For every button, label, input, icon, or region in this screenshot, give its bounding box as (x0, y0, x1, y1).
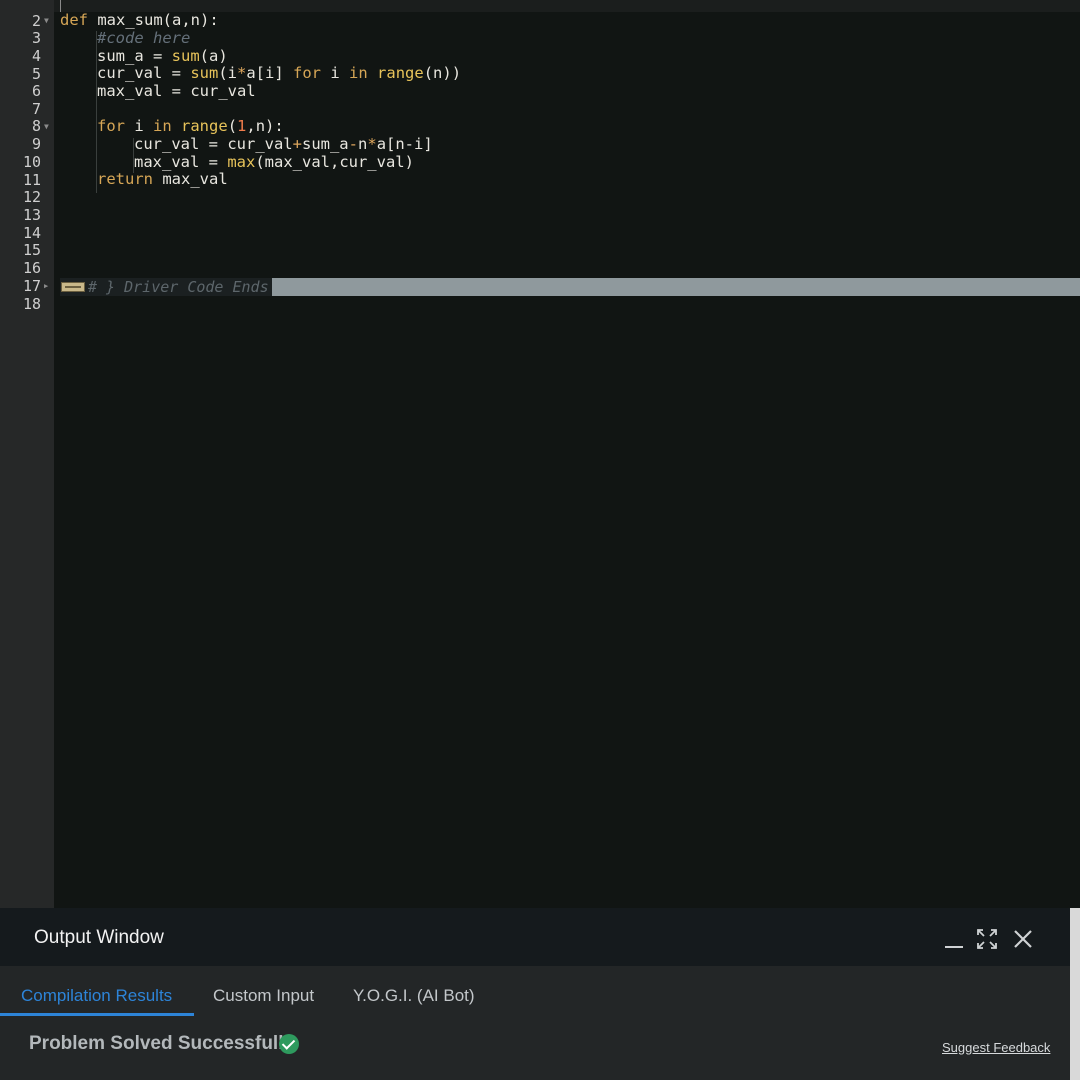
code-token: max_sum(a,n): (88, 11, 219, 29)
output-window: Output Window Compilation Results Custom… (0, 908, 1070, 1080)
code-token: a[i] (246, 64, 294, 82)
minimize-icon[interactable] (943, 928, 965, 950)
fold-expand-arrow-icon[interactable]: ▶ (44, 278, 52, 296)
code-token: * (367, 135, 377, 153)
code-line[interactable]: 8 (0, 100, 1080, 135)
code-line[interactable]: 18 ▶ (0, 278, 56, 313)
code-token: range (181, 117, 228, 135)
fold-arrow-icon[interactable]: ▼ (44, 12, 52, 30)
tab-compilation-results[interactable]: Compilation Results (21, 986, 172, 1006)
check-circle-icon (279, 1034, 299, 1054)
status-message: Problem Solved Successfully (29, 1033, 295, 1054)
fold-arrow-icon[interactable]: ▼ (44, 118, 52, 136)
code-comment: #code here (97, 29, 191, 47)
code-line[interactable]: 6 cur_val = sum(i*a[i] for i in range(n)… (0, 64, 1080, 99)
code-token: for (293, 64, 322, 82)
code-token: in (349, 64, 368, 82)
code-token: max_val (153, 170, 228, 188)
expand-icon[interactable] (976, 928, 998, 950)
code-token: range (377, 64, 424, 82)
code-token: ( (227, 117, 238, 135)
code-token: (n)) (423, 64, 462, 82)
code-line[interactable]: 15 (0, 224, 1080, 259)
code-line[interactable]: 7 max_val = cur_val (0, 82, 1080, 117)
code-token: (i (218, 64, 237, 82)
active-tab-indicator (0, 1013, 194, 1016)
code-token: max_val = (134, 153, 228, 171)
code-token: max (227, 153, 256, 171)
close-icon[interactable] (1012, 928, 1034, 950)
code-token: max_val = cur_val (97, 82, 256, 100)
output-window-header: Output Window (0, 908, 1070, 966)
code-token: n (358, 135, 368, 153)
code-line[interactable]: 10 cur_val = cur_val+sum_a-n*a[n-i] (0, 135, 1080, 170)
code-token: cur_val = (97, 64, 191, 82)
code-token: - (348, 135, 358, 153)
code-token: (a) (199, 47, 228, 65)
code-token: sum_a (301, 135, 349, 153)
code-token: + (292, 135, 302, 153)
suggest-feedback-link[interactable]: Suggest Feedback (942, 1040, 1050, 1055)
scrollbar[interactable] (1070, 908, 1080, 1080)
code-token: sum (171, 47, 200, 65)
code-token: in (153, 117, 172, 135)
code-line[interactable]: 16 (0, 242, 1080, 277)
code-token: sum_a = (97, 47, 172, 65)
code-token: ,n): (246, 117, 284, 135)
tab-yogi-ai-bot[interactable]: Y.O.G.I. (AI Bot) (353, 986, 475, 1006)
code-token: i (125, 117, 153, 135)
code-line[interactable]: 14 (0, 207, 1080, 242)
output-window-title: Output Window (34, 927, 164, 948)
line-number: 18 (22, 294, 41, 313)
code-line[interactable]: 17 (0, 260, 1080, 295)
code-line[interactable]: 13 (0, 189, 1080, 224)
code-token: cur_val = cur_val (134, 135, 293, 153)
code-token: sum (190, 64, 219, 82)
code-line[interactable]: 12 return max_val (0, 170, 1080, 205)
code-token: a[n-i] (376, 135, 433, 153)
code-token: * (237, 64, 247, 82)
code-token: return (97, 170, 153, 188)
code-line[interactable]: 9 ▼ for i in range(1,n): (0, 117, 1080, 152)
code-token: 1 (237, 117, 247, 135)
tab-custom-input[interactable]: Custom Input (213, 986, 314, 1006)
code-line[interactable]: 3 ▼ def max_sum(a,n): (0, 11, 1080, 46)
code-line[interactable]: 4 #code here (0, 29, 1080, 64)
code-editor[interactable]: 2 3 ▼ def max_sum(a,n): 4 #code here 5 s… (0, 0, 1080, 908)
code-token: (max_val,cur_val) (255, 153, 414, 171)
code-token: def (60, 11, 88, 29)
folded-code-text[interactable]: # } Driver Code Ends (60, 278, 272, 296)
code-token: for (97, 117, 125, 135)
code-token: i (321, 64, 350, 82)
fold-widget-icon[interactable] (61, 282, 85, 292)
